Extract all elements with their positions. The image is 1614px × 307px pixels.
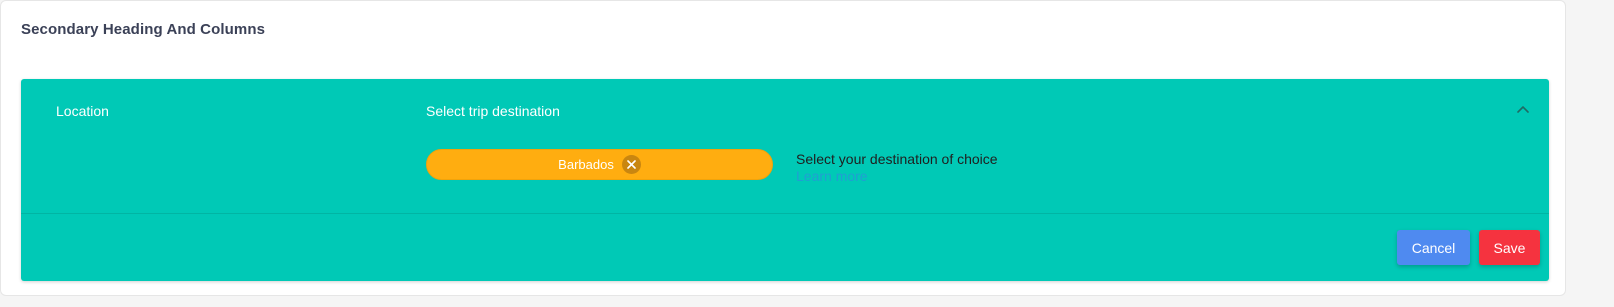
- help-text: Select your destination of choice: [796, 151, 998, 167]
- panel-divider: [21, 213, 1549, 214]
- destination-chip-field[interactable]: Barbados: [426, 149, 773, 180]
- column-heading: Select trip destination: [426, 103, 560, 119]
- save-button[interactable]: Save: [1479, 230, 1540, 265]
- panel-label: Location: [56, 103, 109, 119]
- close-circle-icon[interactable]: [621, 155, 641, 174]
- destination-chip-label: Barbados: [558, 157, 614, 172]
- outer-card: Secondary Heading And Columns Location S…: [0, 0, 1566, 296]
- help-block: Select your destination of choice Learn …: [796, 151, 998, 186]
- chevron-up-icon[interactable]: [1515, 101, 1531, 117]
- learn-more-link[interactable]: Learn more: [796, 168, 868, 185]
- location-panel: Location Select trip destination Barbado…: [21, 79, 1549, 281]
- section-title: Secondary Heading And Columns: [21, 21, 266, 38]
- cancel-button[interactable]: Cancel: [1397, 230, 1470, 265]
